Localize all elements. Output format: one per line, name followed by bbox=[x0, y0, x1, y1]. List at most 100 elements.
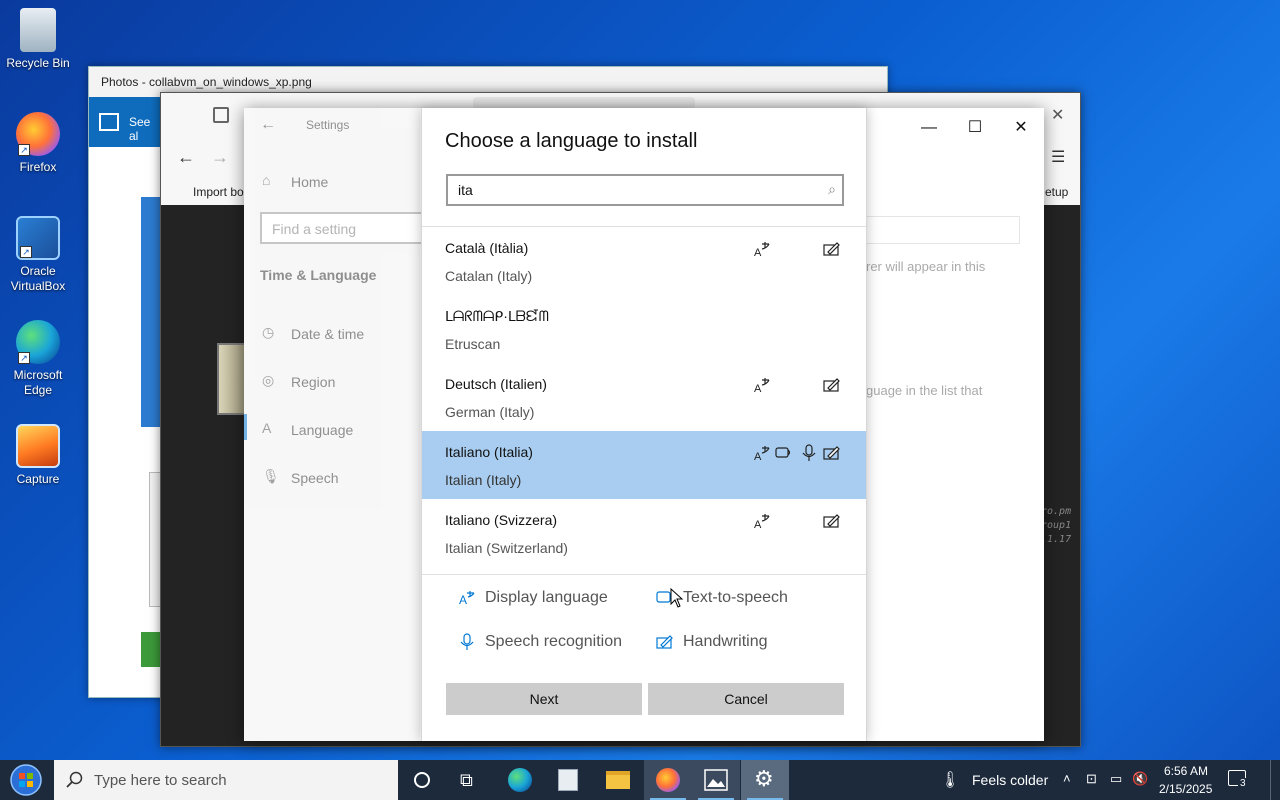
legend-display-language: Display language bbox=[485, 589, 608, 606]
taskbar-photos[interactable] bbox=[692, 760, 740, 800]
back-arrow-icon[interactable]: ← bbox=[260, 116, 276, 134]
find-setting-input[interactable]: Find a setting bbox=[260, 212, 436, 244]
tab-actions-icon[interactable] bbox=[213, 107, 229, 123]
close-icon[interactable]: ✕ bbox=[1051, 105, 1064, 125]
language-english-name: Italian (Switzerland) bbox=[445, 540, 568, 556]
settings-home-link[interactable]: Home bbox=[291, 174, 328, 190]
photos-image-strip bbox=[141, 197, 161, 427]
language-list-item[interactable]: ᒪᗩᖇᗰᗩᑭ·ᒪᗷᘿᗰ Etruscan bbox=[422, 295, 866, 363]
forward-arrow-icon[interactable]: → bbox=[211, 147, 229, 168]
sidebar-item-language[interactable]: Language bbox=[291, 422, 353, 438]
taskbar: Type here to search ⧉ ⚙ 🌡 Feels colder ˄… bbox=[0, 760, 1280, 800]
photos-see-all-label: See al bbox=[129, 115, 151, 143]
notification-button[interactable]: 3 bbox=[1226, 768, 1250, 792]
settings-hint-text: rer will appear in this bbox=[866, 259, 986, 274]
language-search-input[interactable] bbox=[448, 176, 808, 204]
settings-title: Settings bbox=[306, 118, 350, 132]
clock-date[interactable]: 2/15/2025 bbox=[1159, 782, 1212, 796]
clock-time[interactable]: 6:56 AM bbox=[1164, 764, 1208, 778]
terminal-line: roup1 bbox=[1041, 520, 1072, 531]
handwriting-icon bbox=[823, 444, 841, 462]
weather-icon[interactable]: 🌡 bbox=[940, 770, 960, 790]
network-icon[interactable]: ⊡ bbox=[1086, 771, 1097, 787]
taskbar-edge[interactable] bbox=[496, 760, 544, 800]
handwriting-icon bbox=[823, 512, 841, 530]
display-icon[interactable]: ▭ bbox=[1110, 771, 1122, 787]
cortana-button[interactable] bbox=[398, 760, 446, 800]
language-english-name: Catalan (Italy) bbox=[445, 268, 533, 284]
choose-language-dialog[interactable]: Choose a language to install ⌕ Català (I… bbox=[421, 108, 867, 741]
desktop-icon-recycle-bin[interactable]: Recycle Bin bbox=[0, 8, 76, 71]
speech-recognition-icon bbox=[800, 444, 818, 462]
maximize-button[interactable]: ☐ bbox=[952, 114, 998, 142]
terminal-line: ro.pm bbox=[1041, 506, 1072, 517]
svg-text:A: A bbox=[459, 593, 467, 607]
desktop-icon-capture[interactable]: Capture bbox=[0, 424, 76, 487]
desktop-icon-label: Recycle Bin bbox=[6, 56, 70, 70]
capture-icon bbox=[16, 424, 60, 468]
display-language-icon: A bbox=[753, 376, 771, 395]
next-button[interactable]: Next bbox=[446, 683, 642, 715]
clock-icon: ◷ bbox=[262, 324, 275, 340]
sidebar-item-date-time[interactable]: Date & time bbox=[291, 326, 364, 342]
display-language-icon: A bbox=[753, 240, 771, 259]
search-icon[interactable]: ⌕ bbox=[828, 181, 836, 198]
desktop-icon-edge[interactable]: ↗ Microsoft Edge bbox=[0, 320, 76, 398]
mouse-cursor-icon bbox=[670, 588, 684, 608]
weather-text[interactable]: Feels colder bbox=[972, 772, 1048, 788]
show-desktop-button[interactable] bbox=[1270, 760, 1280, 800]
settings-sidebar: ← Settings ⌂ Home Find a setting Time & … bbox=[244, 108, 436, 741]
language-list-item[interactable]: Català (Itàlia) Catalan (Italy) A bbox=[422, 227, 866, 295]
start-button[interactable] bbox=[2, 760, 50, 800]
language-list-item[interactable]: Italiano (Italia) Italian (Italy) A bbox=[422, 431, 866, 499]
globe-icon: ◎ bbox=[262, 372, 275, 388]
desktop-icon-virtualbox[interactable]: ↗ Oracle VirtualBox bbox=[0, 216, 76, 294]
language-list-item[interactable]: Deutsch (Italien) German (Italy) A bbox=[422, 363, 866, 431]
speaker-muted-icon[interactable]: 🔇 bbox=[1132, 771, 1148, 787]
desktop-icon-firefox[interactable]: ↗ Firefox bbox=[0, 112, 76, 175]
settings-search-field bbox=[866, 216, 1020, 244]
taskbar-notepad[interactable] bbox=[544, 760, 592, 800]
terminal-text: ro.pm roup1 .1.17 bbox=[1041, 505, 1071, 547]
language-native-name: Català (Itàlia) bbox=[445, 240, 529, 256]
display-language-icon: A bbox=[753, 512, 771, 531]
taskbar-search-box[interactable]: Type here to search bbox=[54, 760, 398, 800]
selected-indicator bbox=[244, 414, 247, 440]
legend-speech-recognition: Speech recognition bbox=[485, 633, 622, 650]
gear-icon: ⚙ bbox=[754, 766, 774, 791]
cancel-button[interactable]: Cancel bbox=[648, 683, 844, 715]
language-list[interactable]: Català (Itàlia) Catalan (Italy) A ᒪᗩᖇᗰᗩᑭ·ᒪᗷ… bbox=[422, 226, 866, 575]
setup-link[interactable]: etup bbox=[1045, 185, 1068, 199]
language-native-name: Deutsch (Italien) bbox=[445, 376, 547, 392]
taskbar-file-explorer[interactable] bbox=[594, 760, 642, 800]
image-icon bbox=[99, 113, 119, 131]
desktop-icon-label: Capture bbox=[16, 472, 60, 486]
chevron-up-icon[interactable]: ˄ bbox=[1063, 771, 1071, 786]
sidebar-item-speech[interactable]: Speech bbox=[291, 470, 338, 486]
taskbar-settings[interactable]: ⚙ bbox=[741, 760, 789, 800]
sidebar-item-region[interactable]: Region bbox=[291, 374, 335, 390]
display-language-icon: A bbox=[459, 591, 475, 607]
close-button[interactable]: ✕ bbox=[998, 114, 1044, 142]
menu-icon[interactable]: ☰ bbox=[1051, 147, 1065, 167]
language-native-name: ᒪᗩᖇᗰᗩᑭ·ᒪᗷᘿᗰ bbox=[445, 308, 549, 324]
taskbar-firefox[interactable] bbox=[644, 760, 692, 800]
photos-see-all-bar[interactable]: See al bbox=[89, 97, 161, 147]
folder-icon bbox=[606, 771, 630, 789]
display-language-icon: A bbox=[753, 444, 771, 463]
language-list-item[interactable]: Italiano (Svizzera) Italian (Switzerland)… bbox=[422, 499, 866, 567]
settings-content-dimmed: rer will appear in this guage in the lis… bbox=[866, 108, 1044, 741]
photos-image-strip bbox=[141, 632, 161, 667]
search-icon bbox=[66, 771, 83, 788]
desktop-icon-label: Firefox bbox=[19, 160, 57, 174]
minimize-button[interactable]: — bbox=[906, 114, 952, 142]
speech-recognition-icon bbox=[460, 633, 474, 650]
import-bookmarks-link[interactable]: Import bo bbox=[193, 185, 244, 199]
back-arrow-icon[interactable]: ← bbox=[177, 147, 195, 168]
home-icon: ⌂ bbox=[262, 172, 271, 188]
task-view-button[interactable]: ⧉ bbox=[446, 760, 494, 800]
language-native-name: Italiano (Italia) bbox=[445, 444, 533, 460]
language-search-box[interactable]: ⌕ bbox=[446, 174, 844, 206]
find-setting-placeholder: Find a setting bbox=[272, 221, 357, 237]
language-native-name: Italiano (Svizzera) bbox=[445, 512, 558, 528]
